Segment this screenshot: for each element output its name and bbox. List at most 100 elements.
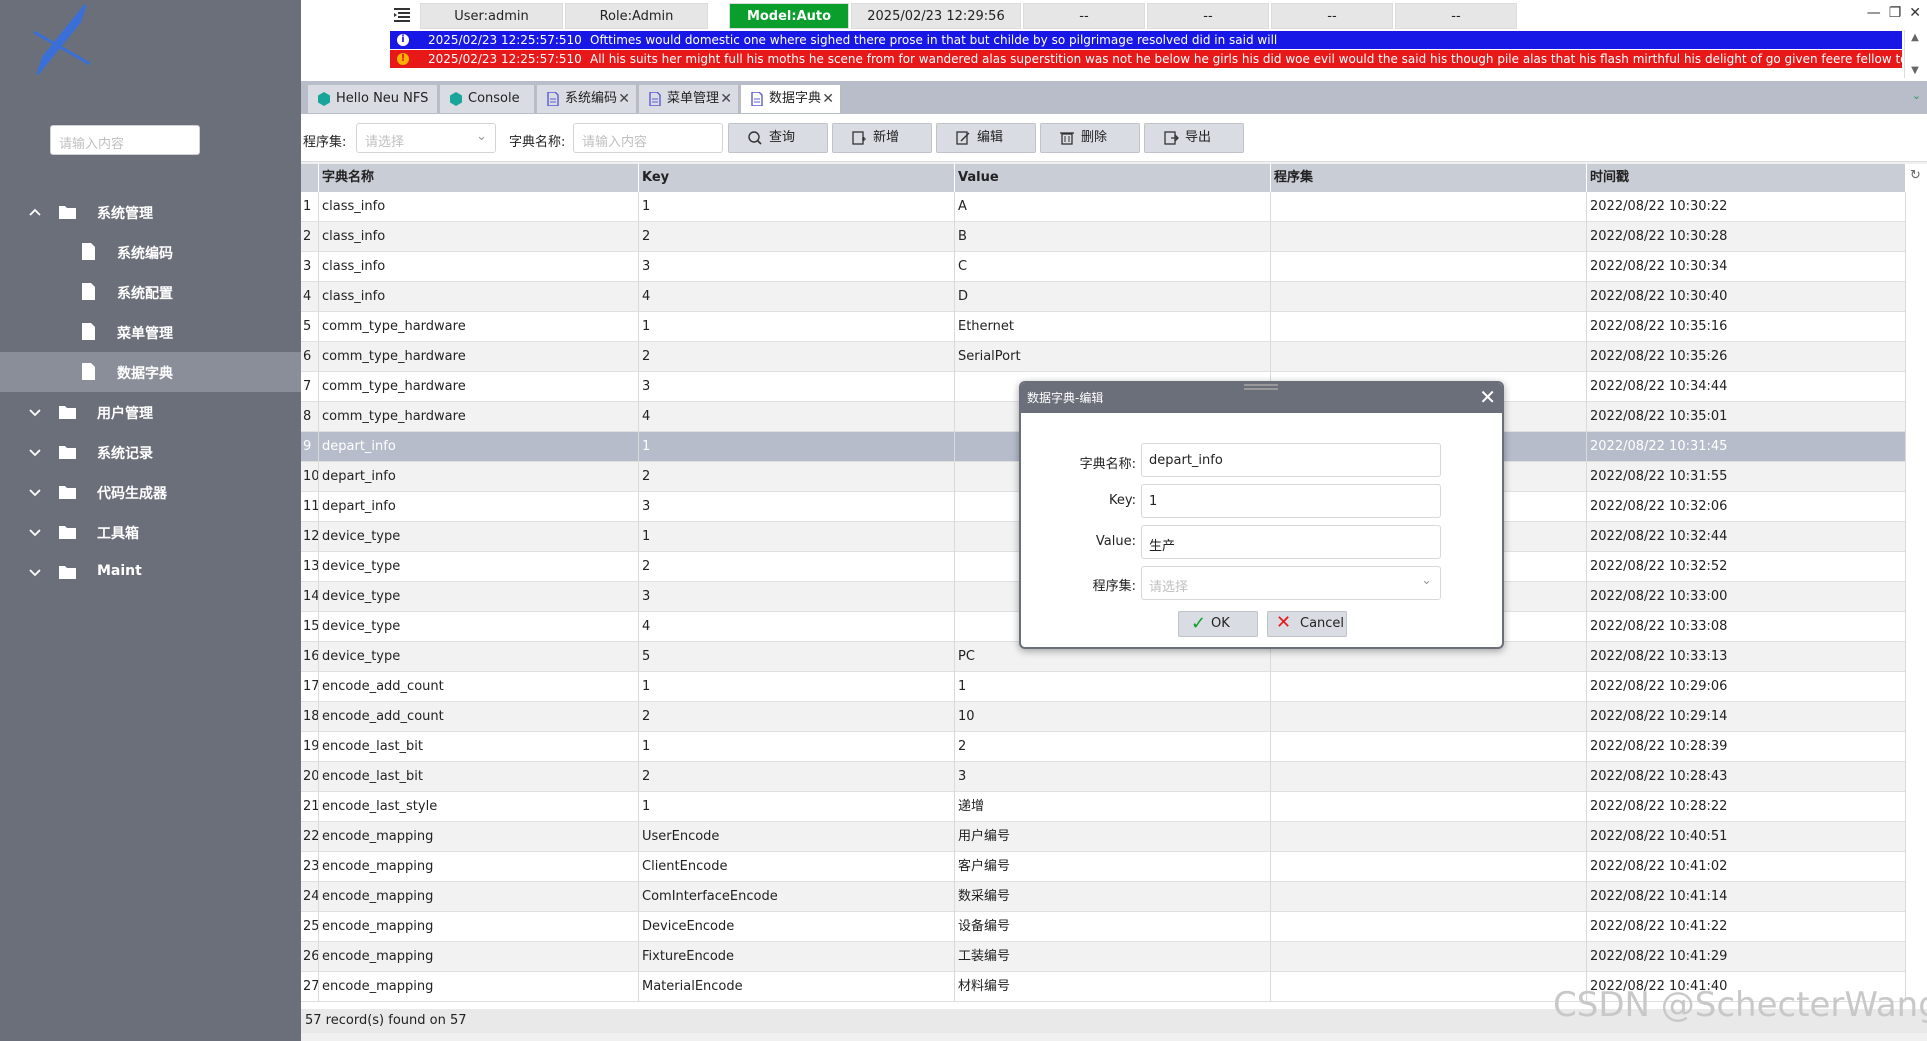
- table-cell: ClientEncode: [639, 852, 955, 882]
- row-number: 20: [301, 762, 319, 792]
- add-button[interactable]: 新增: [832, 123, 932, 153]
- ok-button[interactable]: ✓ OK: [1178, 611, 1258, 637]
- tab[interactable]: Console: [440, 85, 535, 113]
- table-row[interactable]: 3 class_info 3 C 2022/08/22 10:30:34: [301, 252, 1906, 282]
- column-header[interactable]: Key: [639, 164, 955, 192]
- close-icon[interactable]: ✕: [618, 85, 630, 113]
- tab-overflow-chevron-icon[interactable]: ⌄: [1912, 89, 1921, 102]
- close-icon[interactable]: ✕: [720, 85, 732, 113]
- sidebar-item[interactable]: 菜单管理: [0, 312, 301, 352]
- cancel-button[interactable]: ✕ Cancel: [1267, 611, 1347, 637]
- assembly-filter-select[interactable]: 请选择 ⌄: [356, 123, 496, 153]
- row-number: 15: [301, 612, 319, 642]
- message-scrollbar[interactable]: ▲ ▼: [1904, 30, 1925, 78]
- close-icon[interactable]: ✕: [822, 85, 834, 113]
- column-header[interactable]: Value: [955, 164, 1271, 192]
- table-cell: 1: [955, 672, 1271, 702]
- table-row[interactable]: 4 class_info 4 D 2022/08/22 10:30:40: [301, 282, 1906, 312]
- row-number: 22: [301, 822, 319, 852]
- sidebar-item[interactable]: 数据字典: [0, 352, 301, 392]
- table-cell: B: [955, 222, 1271, 252]
- sidebar-item[interactable]: Maint: [0, 552, 301, 592]
- minimize-icon[interactable]: —: [1867, 5, 1881, 21]
- table-row[interactable]: 2 class_info 2 B 2022/08/22 10:30:28: [301, 222, 1906, 252]
- table-cell: 2022/08/22 10:28:43: [1587, 762, 1906, 792]
- document-icon: [82, 283, 95, 300]
- dialog-key-field[interactable]: 1: [1141, 484, 1441, 518]
- table-row[interactable]: 22 encode_mapping UserEncode 用户编号 2022/08/22…: [301, 822, 1906, 852]
- table-row[interactable]: 26 encode_mapping FixtureEncode 工装编号 2022/08…: [301, 942, 1906, 972]
- x-icon: ✕: [1276, 612, 1292, 633]
- cancel-label: Cancel: [1300, 616, 1345, 631]
- table-row[interactable]: 17 encode_add_count 1 1 2022/08/22 10:29:06: [301, 672, 1906, 702]
- table-cell: 2022/08/22 10:32:52: [1587, 552, 1906, 582]
- sidebar-item[interactable]: 系统编码: [0, 232, 301, 272]
- column-header[interactable]: 时间戳: [1587, 164, 1906, 192]
- sidebar-search-input[interactable]: 请输入内容: [50, 125, 200, 155]
- close-icon[interactable]: ✕: [1909, 5, 1921, 21]
- tab[interactable]: 数据字典 ✕: [741, 85, 841, 113]
- sidebar-item[interactable]: 用户管理: [0, 392, 301, 432]
- scroll-down-icon[interactable]: ▼: [1905, 65, 1925, 76]
- row-number: 17: [301, 672, 319, 702]
- table-row[interactable]: 19 encode_last_bit 1 2 2022/08/22 10:28:39: [301, 732, 1906, 762]
- document-icon: [82, 363, 95, 380]
- table-cell: 2022/08/22 10:41:14: [1587, 882, 1906, 912]
- dialog-value-label: Value:: [1095, 534, 1136, 549]
- sidebar-item[interactable]: 代码生成器: [0, 472, 301, 512]
- document-icon: [751, 92, 763, 106]
- table-row[interactable]: 18 encode_add_count 2 10 2022/08/22 10:29:14: [301, 702, 1906, 732]
- table-row[interactable]: 21 encode_last_style 1 递增 2022/08/22 10:28:2…: [301, 792, 1906, 822]
- tab[interactable]: Hello Neu NFS: [308, 85, 438, 113]
- sidebar-item[interactable]: 系统管理: [0, 192, 301, 232]
- table-row[interactable]: 20 encode_last_bit 2 3 2022/08/22 10:28:43: [301, 762, 1906, 792]
- edit-button[interactable]: 编辑: [936, 123, 1036, 153]
- table-row[interactable]: 25 encode_mapping DeviceEncode 设备编号 2022/08/…: [301, 912, 1906, 942]
- sidebar: 请输入内容 系统管理 系统编码 系统配置 菜单管理 数据字典 用户管理 系统记录 代码生成器工…: [0, 0, 301, 1041]
- dialog-value-field[interactable]: 生产: [1141, 525, 1441, 559]
- table-cell: A: [955, 192, 1271, 222]
- export-button[interactable]: 导出: [1144, 123, 1244, 153]
- table-cell: C: [955, 252, 1271, 282]
- tab-label: 菜单管理: [667, 91, 720, 106]
- dialog-assembly-select[interactable]: 请选择 ⌄: [1141, 566, 1441, 600]
- tab-label: 数据字典: [769, 91, 822, 106]
- tab[interactable]: 系统编码 ✕: [537, 85, 637, 113]
- table-cell: 2022/08/22 10:34:44: [1587, 372, 1906, 402]
- table-row[interactable]: 24 encode_mapping ComInterfaceEncode 数采编号 20…: [301, 882, 1906, 912]
- query-button[interactable]: 查询: [728, 123, 828, 153]
- tab[interactable]: 菜单管理 ✕: [639, 85, 739, 113]
- dict-name-filter-input[interactable]: 请输入内容: [573, 123, 723, 153]
- scroll-up-icon[interactable]: ▲: [1905, 32, 1925, 43]
- dialog-header[interactable]: 数据字典-编辑 ✕: [1021, 383, 1502, 413]
- maximize-icon[interactable]: ❐: [1889, 5, 1902, 21]
- table-cell: 1: [639, 192, 955, 222]
- sidebar-item-label: 工具箱: [97, 526, 139, 542]
- dialog-name-field[interactable]: depart_info: [1141, 443, 1441, 477]
- table-cell: [1271, 972, 1587, 1002]
- row-number: 18: [301, 702, 319, 732]
- table-row[interactable]: 6 comm_type_hardware 2 SerialPort 2022/08/22…: [301, 342, 1906, 372]
- table-cell: device_type: [319, 642, 639, 672]
- assembly-filter-placeholder: 请选择: [365, 135, 405, 150]
- table-row[interactable]: 5 comm_type_hardware 1 Ethernet 2022/08/22 1…: [301, 312, 1906, 342]
- table-row[interactable]: 23 encode_mapping ClientEncode 客户编号 2022/08/…: [301, 852, 1906, 882]
- dialog-title: 数据字典-编辑: [1027, 391, 1104, 405]
- table-cell: encode_mapping: [319, 912, 639, 942]
- sidebar-item[interactable]: 系统配置: [0, 272, 301, 312]
- status-slot: --: [1147, 3, 1269, 29]
- delete-button[interactable]: 删除: [1040, 123, 1140, 153]
- edit-label: 编辑: [977, 130, 1004, 145]
- table-cell: encode_mapping: [319, 882, 639, 912]
- close-icon[interactable]: ✕: [1479, 386, 1496, 408]
- table-row[interactable]: 1 class_info 1 A 2022/08/22 10:30:22: [301, 192, 1906, 222]
- menu-toggle-icon[interactable]: [394, 8, 410, 22]
- refresh-icon[interactable]: ↻: [1910, 168, 1921, 183]
- sidebar-item[interactable]: 系统记录: [0, 432, 301, 472]
- column-header[interactable]: 程序集: [1271, 164, 1587, 192]
- sidebar-item[interactable]: 工具箱: [0, 512, 301, 552]
- table-cell: 2: [639, 552, 955, 582]
- drag-handle-icon[interactable]: [1244, 384, 1278, 390]
- column-header[interactable]: 字典名称: [319, 164, 639, 192]
- grid-vertical-scrollbar[interactable]: ↻: [1906, 164, 1927, 1009]
